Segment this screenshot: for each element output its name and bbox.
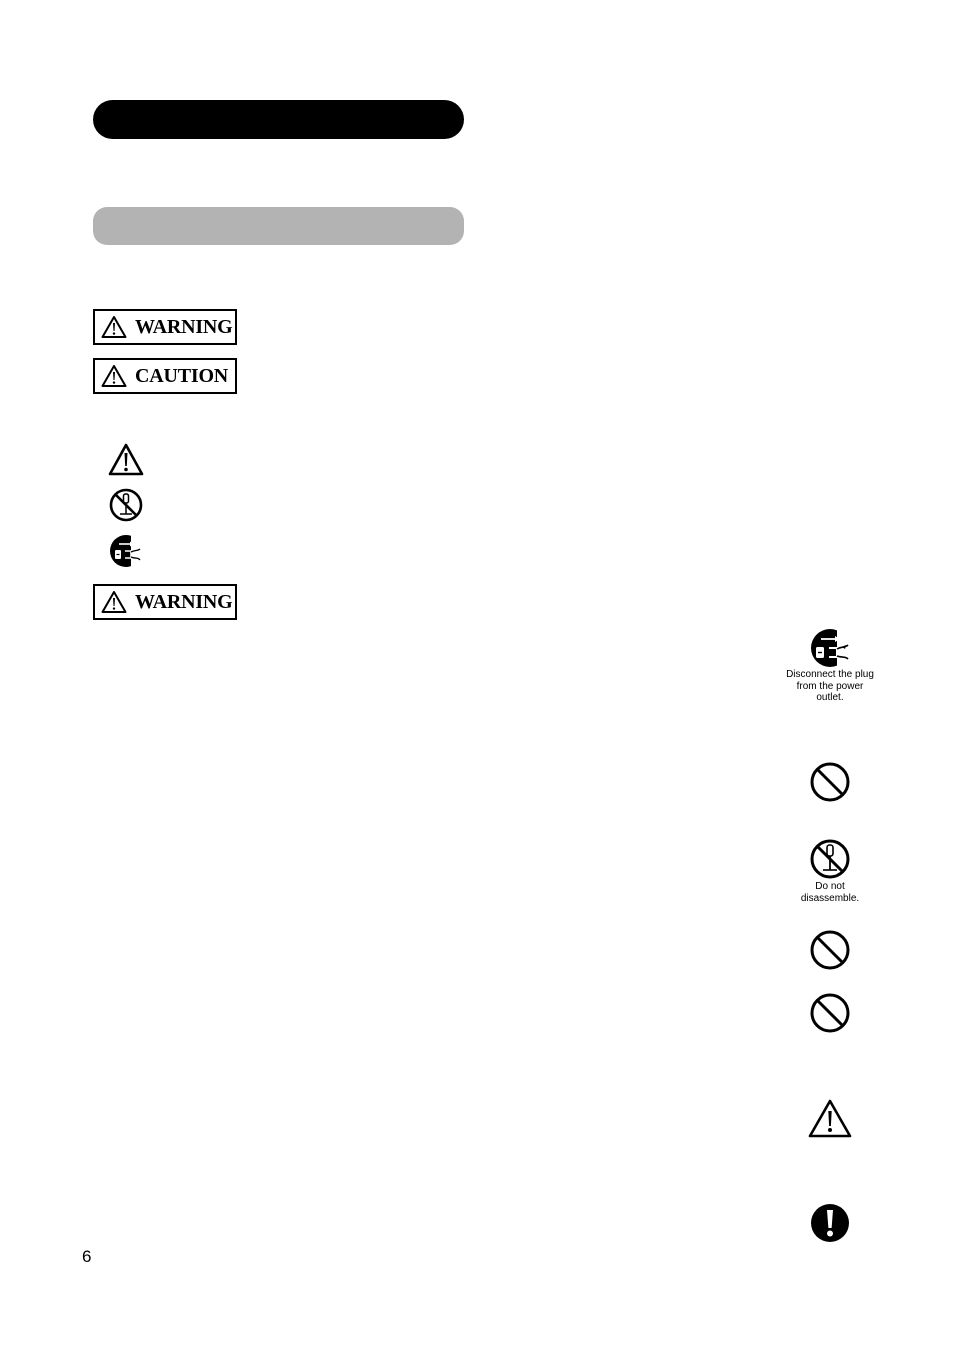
prohibited-icon	[810, 930, 850, 970]
do-not-disassemble-icon	[109, 488, 143, 522]
page-number: 6	[82, 1247, 92, 1266]
prohibited-icon	[810, 993, 850, 1033]
caution-triangle-icon	[101, 591, 127, 613]
caution-label-text: CAUTION	[135, 364, 229, 387]
caution-triangle-icon	[101, 316, 127, 338]
section-title-bar	[93, 100, 464, 139]
caution-triangle-icon	[101, 365, 127, 387]
caution-label: CAUTION	[93, 358, 237, 394]
warning-label-text: WARNING	[135, 315, 233, 338]
caution-triangle-icon	[108, 443, 144, 476]
warning-label: WARNING	[93, 309, 237, 345]
unplug-icon	[110, 535, 144, 567]
do-not-disassemble-icon	[810, 839, 850, 879]
mandatory-exclamation-icon	[811, 1204, 849, 1242]
caution-triangle-icon	[808, 1099, 852, 1138]
unplug-caption: Disconnect the plug from the power outle…	[786, 669, 874, 703]
unplug-icon	[811, 627, 852, 669]
warning-section-label-text: WARNING	[135, 590, 233, 613]
disassemble-caption: Do not disassemble.	[800, 881, 860, 904]
prohibited-icon	[810, 762, 850, 802]
section-subtitle-bar	[93, 207, 464, 245]
warning-section-label: WARNING	[93, 584, 237, 620]
